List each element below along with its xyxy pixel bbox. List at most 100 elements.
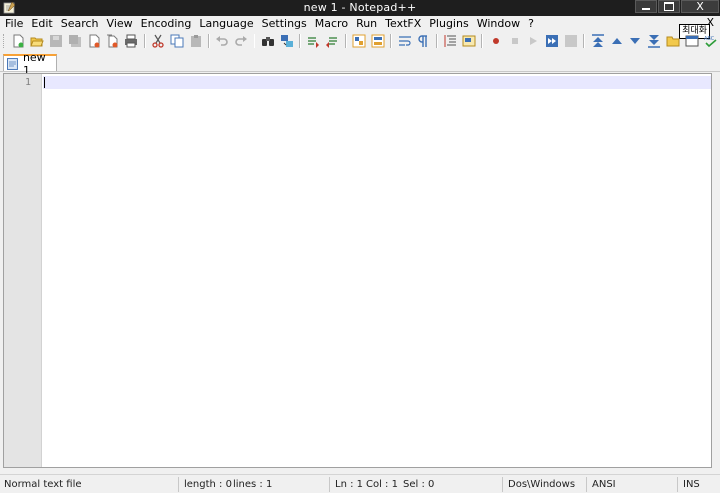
toolbar-grip[interactable] <box>3 34 7 48</box>
double-chevron-up-icon <box>591 34 604 47</box>
document-icon <box>7 57 18 70</box>
sync-vertical-icon <box>352 34 366 48</box>
stop-icon <box>511 38 518 44</box>
menu-plugins[interactable]: Plugins <box>425 17 472 31</box>
save-macro-icon <box>564 35 577 47</box>
zoom-out-icon <box>326 37 338 48</box>
menu-language[interactable]: Language <box>195 17 257 31</box>
toolbar-separator <box>481 34 484 48</box>
tab-new-1[interactable]: new 1 <box>3 51 57 77</box>
menu-run[interactable]: Run <box>352 17 381 31</box>
scissors-icon <box>152 34 164 48</box>
status-length: length : 0 <box>178 477 232 492</box>
save-macro-button[interactable] <box>563 33 579 49</box>
sync-horizontal-button[interactable] <box>370 33 386 49</box>
menu-search[interactable]: Search <box>57 17 103 31</box>
folder-icon <box>666 36 680 47</box>
user-language-icon <box>462 35 476 47</box>
menu-macro[interactable]: Macro <box>311 17 352 31</box>
window-icon <box>685 35 699 47</box>
textfx-bottom-button[interactable] <box>646 33 662 49</box>
cut-button[interactable] <box>150 33 166 49</box>
menu-help[interactable]: ? <box>524 17 538 31</box>
paste-icon <box>190 35 201 47</box>
close-all-icon <box>107 34 118 48</box>
title-bar[interactable]: new 1 - Notepad++ X <box>0 0 720 16</box>
menu-settings[interactable]: Settings <box>258 17 311 31</box>
indent-guide-icon <box>444 35 457 47</box>
menu-textfx[interactable]: TextFX <box>381 17 425 31</box>
close-file-button[interactable] <box>86 33 102 49</box>
zoom-in-button[interactable] <box>306 33 322 49</box>
word-wrap-button[interactable] <box>397 33 413 49</box>
undo-icon <box>216 36 229 46</box>
textfx-down-button[interactable] <box>627 33 643 49</box>
undo-button[interactable] <box>214 33 230 49</box>
status-encoding[interactable]: ANSI <box>586 477 677 492</box>
status-file-type: Normal text file <box>4 479 82 490</box>
save-all-button[interactable] <box>67 33 83 49</box>
line-number-gutter[interactable]: 1 <box>4 74 42 467</box>
minimize-icon <box>642 8 650 10</box>
find-button[interactable] <box>260 33 276 49</box>
toolbar: ABC <box>0 32 720 50</box>
minimize-button[interactable] <box>635 0 657 13</box>
fast-forward-icon <box>546 35 559 47</box>
text-caret <box>44 77 45 88</box>
stop-recording-button[interactable] <box>507 33 523 49</box>
menu-window[interactable]: Window <box>473 17 524 31</box>
zoom-out-button[interactable] <box>324 33 340 49</box>
show-all-characters-button[interactable] <box>416 33 432 49</box>
copy-button[interactable] <box>169 33 185 49</box>
indent-guide-button[interactable] <box>442 33 458 49</box>
word-wrap-icon <box>398 36 411 46</box>
status-insert-mode[interactable]: INS <box>677 477 720 492</box>
menu-view[interactable]: View <box>103 17 137 31</box>
zoom-in-icon <box>308 37 320 48</box>
user-defined-language-button[interactable] <box>461 33 477 49</box>
toolbar-separator <box>435 34 438 48</box>
spell-check-icon: ABC <box>704 36 717 48</box>
status-bar: Normal text file length : 0 lines : 1 Ln… <box>0 474 720 493</box>
menu-bar: File Edit Search View Encoding Language … <box>0 16 720 32</box>
svg-text:ABC: ABC <box>704 36 715 42</box>
binoculars-icon <box>261 37 274 46</box>
run-macro-multiple-button[interactable] <box>544 33 560 49</box>
spell-check-button[interactable]: ABC <box>703 33 719 49</box>
textfx-tool-button[interactable] <box>590 33 606 49</box>
redo-button[interactable] <box>233 33 249 49</box>
textfx-up-button[interactable] <box>609 33 625 49</box>
new-file-button[interactable] <box>10 33 26 49</box>
triangle-down-icon <box>630 38 641 44</box>
replace-icon <box>280 35 293 47</box>
open-file-button[interactable] <box>29 33 45 49</box>
menu-encoding[interactable]: Encoding <box>137 17 196 31</box>
close-file-icon <box>89 34 100 48</box>
window-controls: X <box>635 0 719 14</box>
status-eol-format[interactable]: Dos\Windows <box>502 477 586 492</box>
double-chevron-down-icon <box>648 35 661 48</box>
textfx-folder-button[interactable] <box>665 33 681 49</box>
sync-vertical-button[interactable] <box>351 33 367 49</box>
close-button[interactable]: X <box>681 0 719 13</box>
toolbar-separator <box>207 34 210 48</box>
menu-file[interactable]: File <box>0 17 27 31</box>
status-col: Col : 1 <box>366 479 398 490</box>
play-icon <box>530 37 538 45</box>
window-title: new 1 - Notepad++ <box>303 1 417 14</box>
redo-icon <box>235 36 248 46</box>
menu-edit[interactable]: Edit <box>27 17 56 31</box>
close-all-button[interactable] <box>104 33 120 49</box>
save-button[interactable] <box>48 33 64 49</box>
print-button[interactable] <box>123 33 139 49</box>
replace-button[interactable] <box>279 33 295 49</box>
play-macro-button[interactable] <box>525 33 541 49</box>
textfx-window-button[interactable] <box>684 33 700 49</box>
text-editor[interactable]: 1 <box>3 73 712 468</box>
toolbar-separator <box>583 34 586 48</box>
status-lines: lines : 1 <box>233 479 273 490</box>
paste-button[interactable] <box>188 33 204 49</box>
maximize-button[interactable] <box>658 0 680 13</box>
record-macro-button[interactable] <box>488 33 504 49</box>
toolbar-separator <box>143 34 146 48</box>
